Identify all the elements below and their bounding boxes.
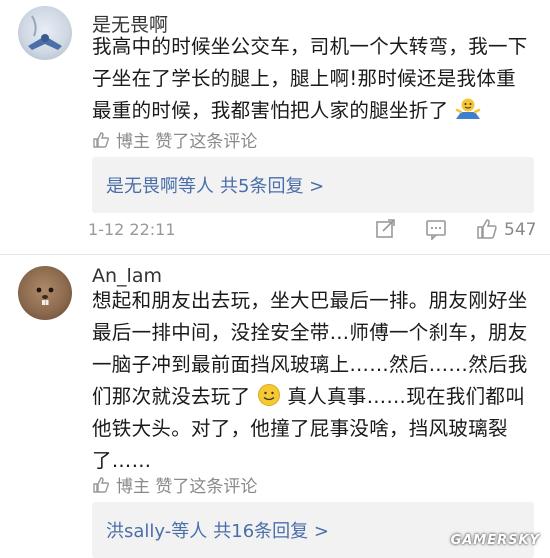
comment-line: 最重的时候，我都害怕把人家的腿坐折了 [92,99,448,122]
share-icon[interactable] [375,218,397,240]
like-count: 547 [504,220,536,240]
reply-users: 洪sally-等人 [106,517,207,543]
shrug-emoji-icon [455,97,481,121]
comment-divider [0,254,550,255]
reply-count: 共16条回复 > [213,517,329,543]
user-avatar[interactable] [18,266,72,320]
smile-emoji-icon [257,383,281,407]
comment-line: 他铁大头。对了，他撞了屁事没啥，挡风玻璃裂 [92,413,532,445]
user-avatar[interactable] [18,6,72,60]
comment-text: 想起和朋友出去玩，坐大巴最后一排。朋友刚好坐 最后一排中间，没拴安全带…师傅一个… [92,285,532,477]
replies-link[interactable]: 是无畏啊等人 共5条回复 > [92,157,534,213]
liked-by-text: 博主 赞了这条评论 [116,127,257,152]
comment-line: 真人真事……现在我们都叫 [287,385,525,408]
thumbs-up-icon [92,131,110,149]
liked-by-author: 博主 赞了这条评论 [92,127,257,152]
liked-by-author: 博主 赞了这条评论 [92,472,257,497]
comment-line: 最后一排中间，没拴安全带…师傅一个刹车，朋友 [92,317,532,349]
watermark: GAMERSKY [451,533,540,548]
thumbs-up-icon [92,476,110,494]
comment-line-with-emoji: 最重的时候，我都害怕把人家的腿坐折了 [92,95,532,127]
comment-line: 子坐在了学长的腿上，腿上啊!那时候还是我体重 [92,63,532,95]
reply-count: 共5条回复 > [220,172,324,198]
replies-link[interactable]: 洪sally-等人 共16条回复 > [92,502,534,558]
liked-by-text: 博主 赞了这条评论 [116,472,257,497]
comment-username[interactable]: An_lam [92,265,162,287]
comment-line: 们那次就没去玩了 [92,385,250,408]
comment-text: 我高中的时候坐公交车，司机一个大转弯，我一下 子坐在了学长的腿上，腿上啊!那时候… [92,31,532,127]
avatar-image [18,266,72,320]
comment-line-with-emoji: 们那次就没去玩了 真人真事……现在我们都叫 [92,381,532,413]
comment-line: 想起和朋友出去玩，坐大巴最后一排。朋友刚好坐 [92,285,532,317]
reply-users: 是无畏啊等人 [106,172,214,198]
comment-icon[interactable] [425,218,447,240]
comment-line: 我高中的时候坐公交车，司机一个大转弯，我一下 [92,31,532,63]
like-icon[interactable] [476,218,498,240]
avatar-image [18,6,72,60]
comment-line: 一脑子冲到最前面挡风玻璃上……然后……然后我 [92,349,532,381]
timestamp: 1-12 22:11 [88,220,176,239]
